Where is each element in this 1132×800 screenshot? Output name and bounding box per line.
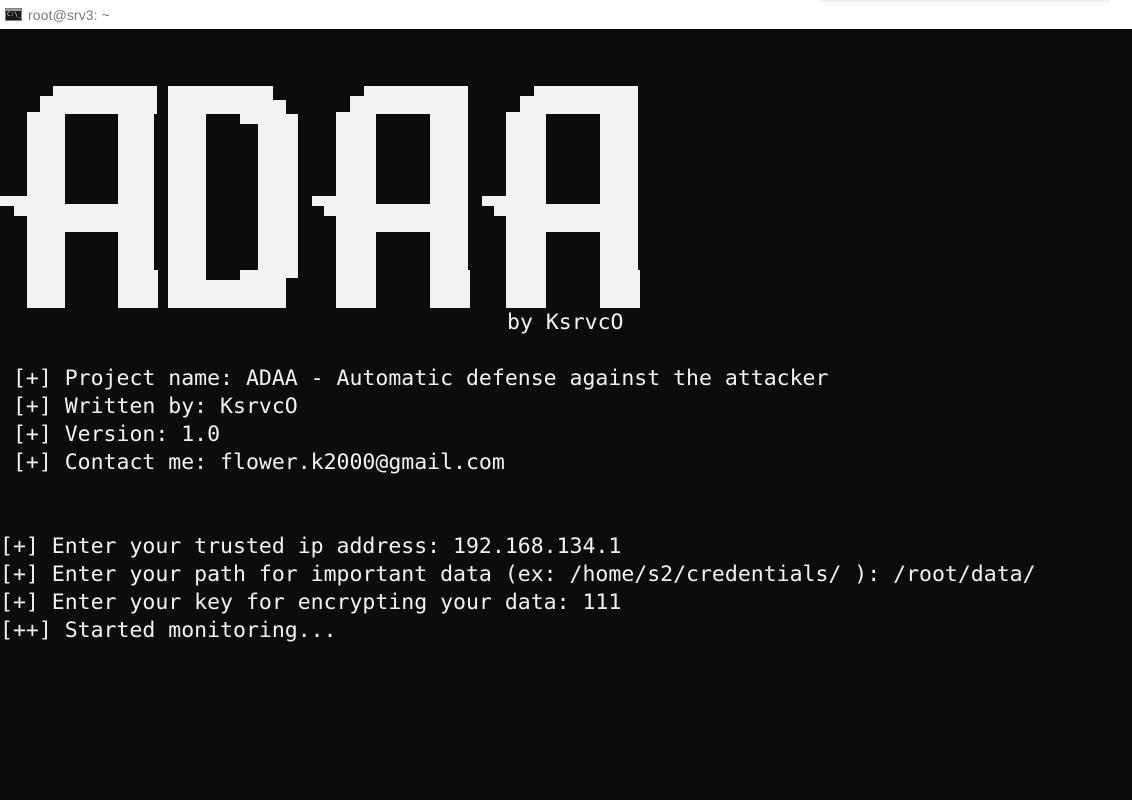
title-bar-shadow xyxy=(820,0,1110,4)
info-contact: [+] Contact me: flower.k2000@gmail.com xyxy=(0,450,505,475)
info-written-by: [+] Written by: KsrvcO xyxy=(0,394,298,419)
banner-letter-a-3 xyxy=(482,86,640,308)
banner-art-svg xyxy=(0,86,640,308)
status-monitoring: [++] Started monitoring... xyxy=(0,618,337,643)
ascii-art-banner xyxy=(0,84,700,314)
prompt-data-path: [+] Enter your path for important data (… xyxy=(0,562,1036,587)
info-project-name: [+] Project name: ADAA - Automatic defen… xyxy=(0,366,829,391)
banner-author-line: by KsrvcO xyxy=(507,310,624,335)
terminal-window: root@srv3: ~ xyxy=(0,0,1132,800)
info-version: [+] Version: 1.0 xyxy=(0,422,221,447)
title-bar[interactable]: root@srv3: ~ xyxy=(0,0,1132,29)
banner-letter-a-1 xyxy=(0,86,158,308)
window-title: root@srv3: ~ xyxy=(28,6,110,23)
banner-letter-a-2 xyxy=(312,86,470,308)
banner-letter-d xyxy=(168,86,298,308)
terminal-output[interactable]: by KsrvcO [+] Project name: ADAA - Autom… xyxy=(0,29,1132,800)
prompt-trusted-ip: [+] Enter your trusted ip address: 192.1… xyxy=(0,534,622,559)
prompt-encryption-key: [+] Enter your key for encrypting your d… xyxy=(0,590,622,615)
console-icon xyxy=(5,8,22,21)
